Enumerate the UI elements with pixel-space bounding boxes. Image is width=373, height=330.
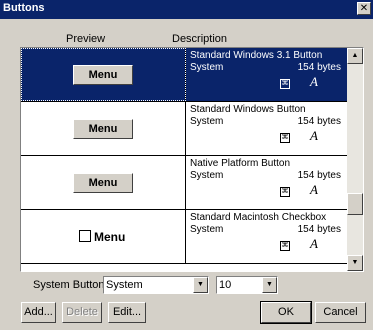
command-icon: ⌘ (280, 187, 290, 197)
list-item[interactable]: Menu Standard Windows Button System 154 … (21, 102, 350, 156)
close-icon: ✕ (359, 3, 369, 14)
list-item[interactable]: Menu Standard Macintosh Checkbox System … (21, 210, 350, 264)
item-size: 154 bytes (297, 116, 341, 127)
column-header-preview: Preview (66, 33, 106, 45)
ok-button[interactable]: OK (260, 301, 312, 324)
item-type: System (190, 170, 224, 181)
column-header-description: Description (172, 33, 228, 45)
font-size-value: 10 (219, 279, 232, 291)
list-item[interactable]: Menu Native Platform Button System 154 b… (21, 156, 350, 210)
buttons-dialog: Buttons ✕ Preview Description Menu Stand… (0, 0, 373, 330)
item-name: Standard Windows Button (190, 104, 306, 115)
row-description: Standard Windows Button System 154 bytes… (190, 104, 348, 145)
preview-button: Menu (73, 173, 133, 193)
item-size: 154 bytes (297, 62, 341, 73)
row-description: Standard Windows 3.1 Button System 154 b… (190, 50, 348, 91)
item-type: System (190, 62, 224, 73)
chevron-down-icon[interactable]: ▼ (262, 277, 277, 293)
item-type: System (190, 116, 224, 127)
font-icon: A (310, 74, 318, 89)
row-preview: Menu (21, 210, 186, 263)
close-button[interactable]: ✕ (357, 2, 371, 15)
title-bar[interactable]: Buttons ✕ (0, 0, 373, 19)
command-icon: ⌘ (280, 241, 290, 251)
delete-button: Delete (62, 302, 102, 323)
scroll-thumb[interactable] (347, 193, 363, 215)
add-button[interactable]: Add... (21, 302, 56, 323)
item-name: Standard Macintosh Checkbox (190, 212, 327, 223)
vertical-scrollbar[interactable]: ▲ ▼ (347, 48, 363, 271)
row-description: Standard Macintosh Checkbox System 154 b… (190, 212, 348, 253)
item-name: Native Platform Button (190, 158, 291, 169)
checkbox-icon (79, 230, 91, 242)
buttons-list[interactable]: Menu Standard Windows 3.1 Button System … (20, 47, 364, 272)
edit-button[interactable]: Edit... (108, 302, 146, 323)
item-name: Standard Windows 3.1 Button (190, 50, 323, 61)
cancel-button[interactable]: Cancel (315, 302, 366, 323)
command-icon: ⌘ (280, 133, 290, 143)
scroll-up-button[interactable]: ▲ (347, 48, 363, 64)
preview-checkbox-label: Menu (94, 230, 126, 244)
font-icon: A (310, 128, 318, 143)
item-type: System (190, 224, 224, 235)
preview-checkbox: Menu (79, 230, 125, 244)
window-title: Buttons (3, 2, 45, 14)
preview-button: Menu (73, 65, 133, 85)
font-size-select[interactable]: 10 ▼ (216, 276, 278, 294)
system-type-select[interactable]: System ▼ (103, 276, 209, 294)
scroll-down-button[interactable]: ▼ (347, 255, 363, 271)
system-buttons-label: System Buttons: (33, 279, 114, 291)
item-size: 154 bytes (297, 170, 341, 181)
list-item[interactable]: Menu Standard Windows 3.1 Button System … (21, 48, 350, 102)
command-icon: ⌘ (280, 79, 290, 89)
chevron-down-icon[interactable]: ▼ (193, 277, 208, 293)
item-size: 154 bytes (297, 224, 341, 235)
font-icon: A (310, 182, 318, 197)
row-preview: Menu (21, 102, 186, 155)
row-description: Native Platform Button System 154 bytes … (190, 158, 348, 199)
system-type-value: System (106, 279, 143, 291)
preview-button: Menu (73, 119, 133, 139)
font-icon: A (310, 236, 318, 251)
row-preview: Menu (21, 48, 186, 101)
row-preview: Menu (21, 156, 186, 209)
